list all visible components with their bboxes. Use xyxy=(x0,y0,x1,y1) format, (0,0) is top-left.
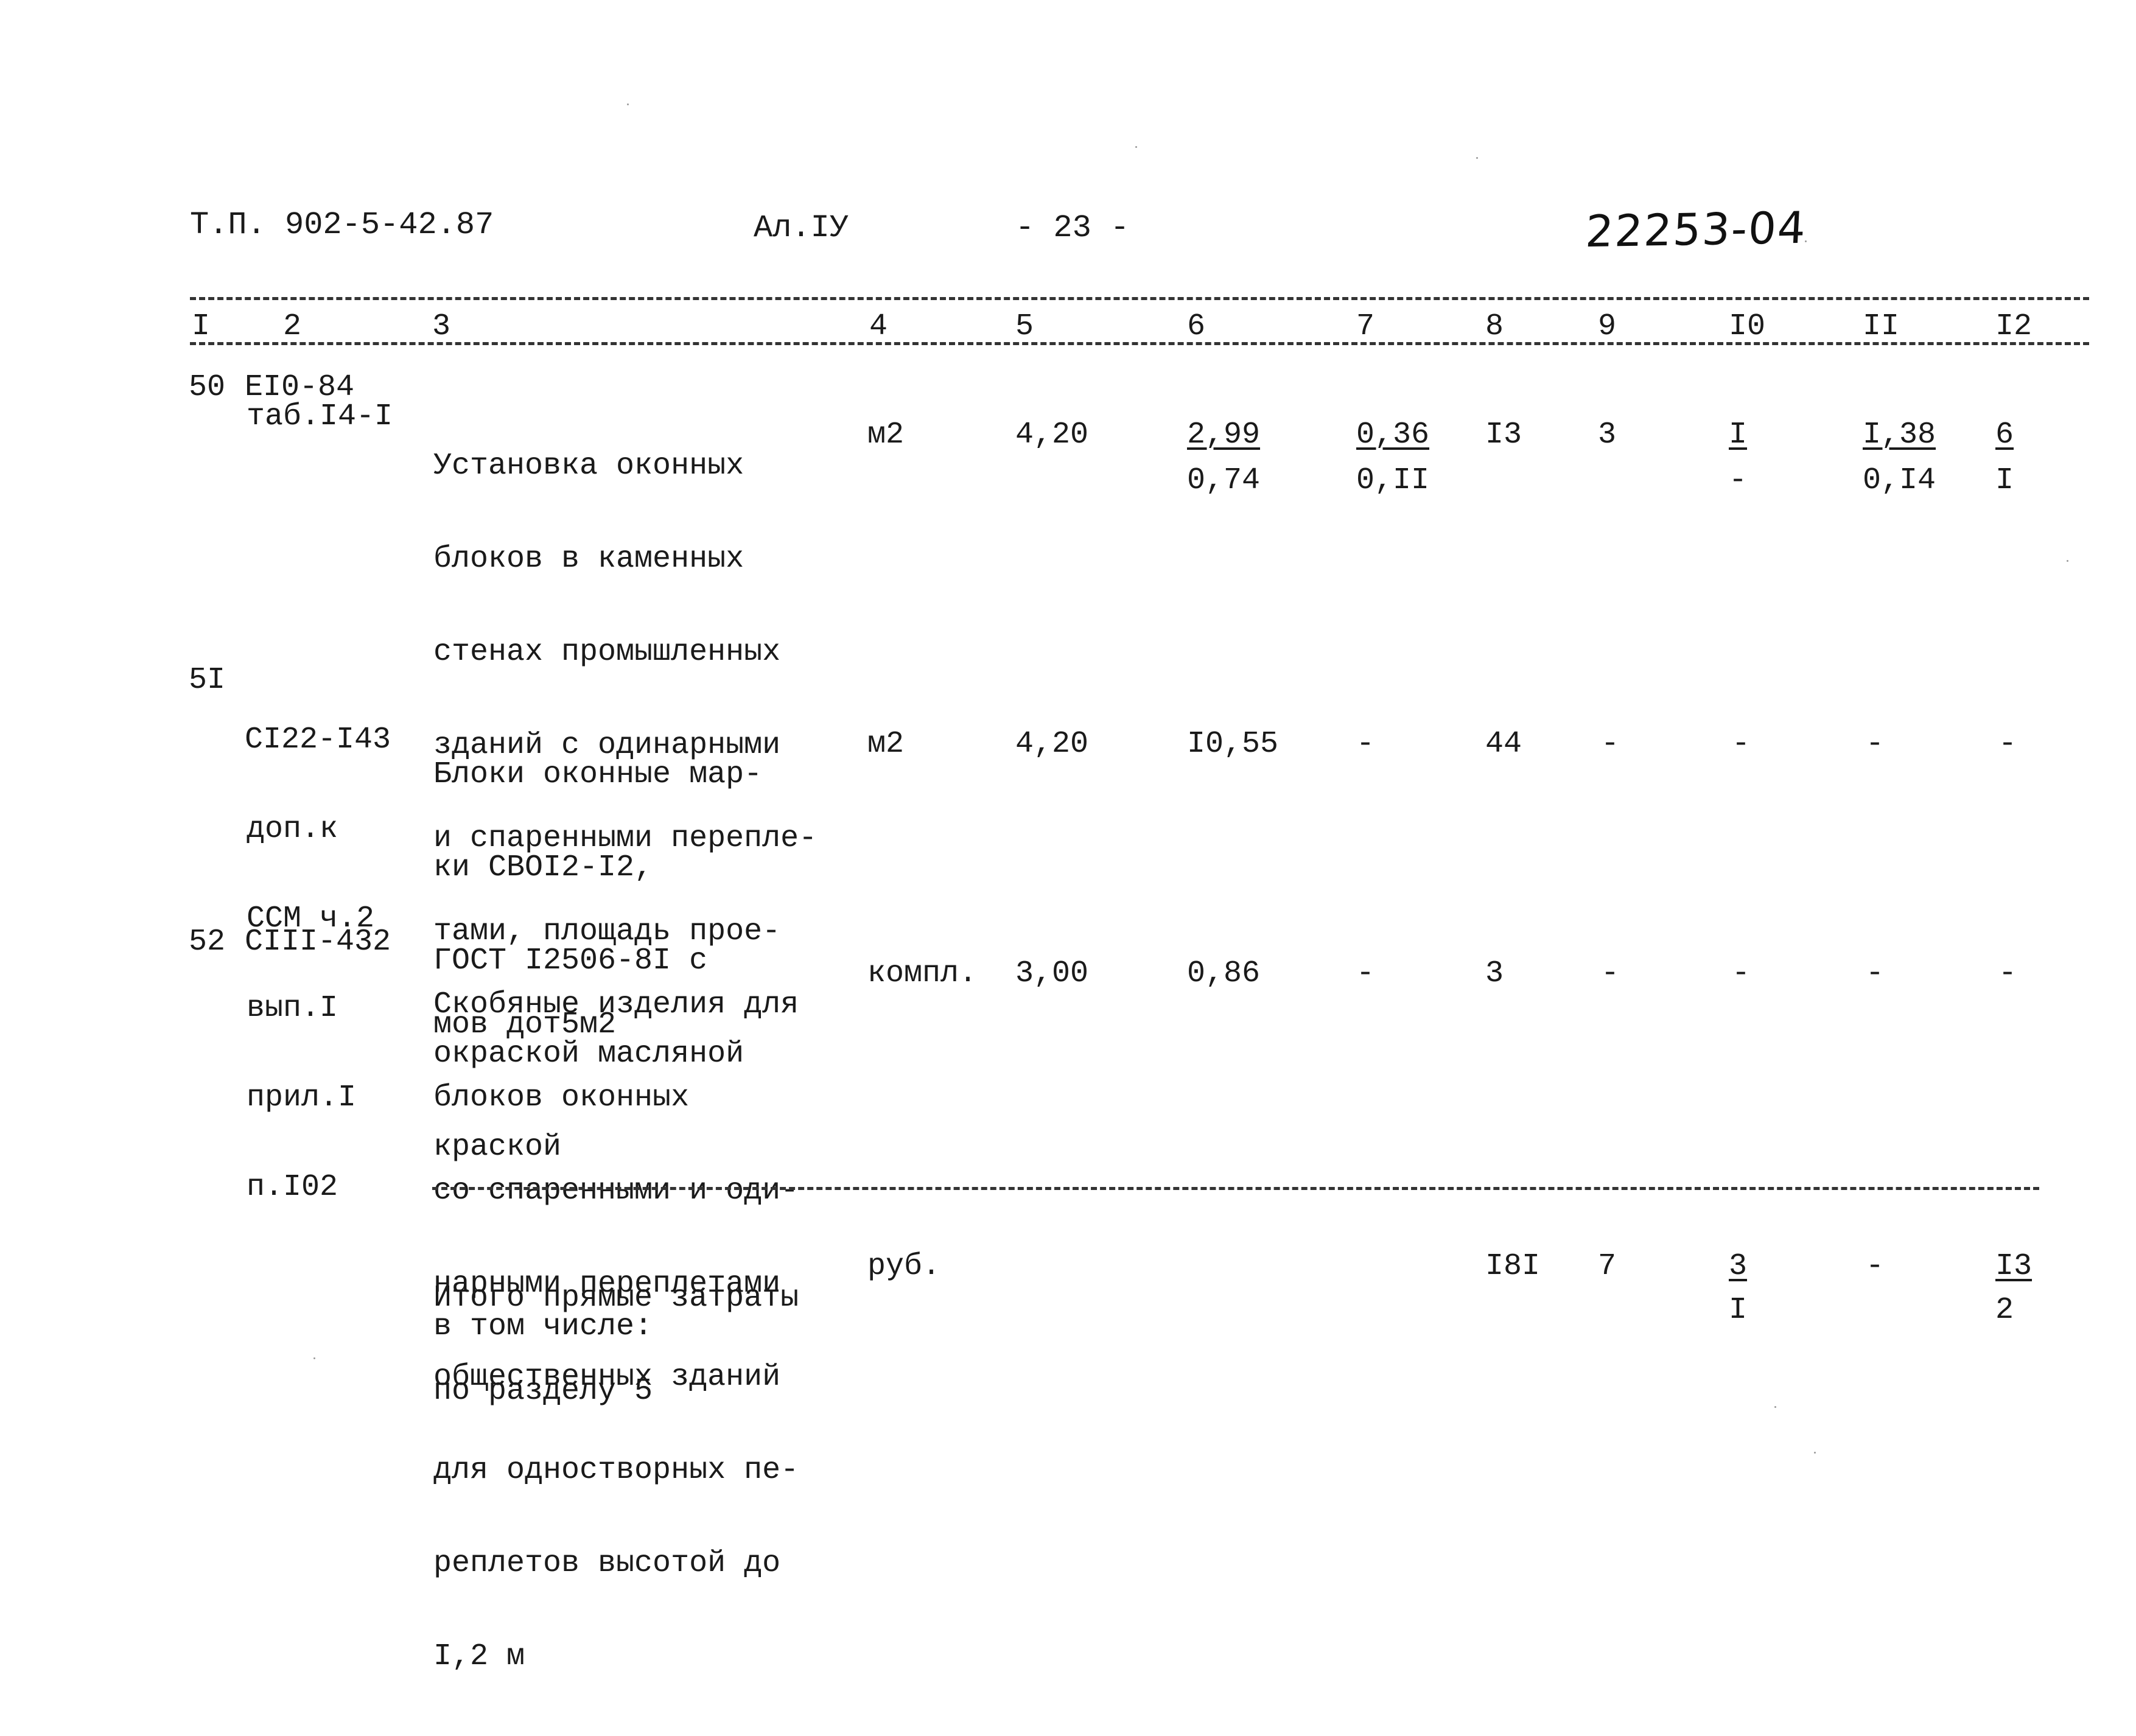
unit-cost-machines: - xyxy=(1356,956,1375,991)
unit: м2 xyxy=(867,727,905,761)
description-line: Блоки оконные мар- xyxy=(433,757,763,792)
wages: 3 xyxy=(1598,418,1617,452)
description-line: блоков в каменных xyxy=(433,542,744,576)
quantity: 4,20 xyxy=(1015,727,1089,761)
quantity: 3,00 xyxy=(1015,956,1089,991)
scan-speck xyxy=(1805,240,1807,242)
scan-speck xyxy=(2067,560,2068,562)
project-code: Т.П. 902-5-42.87 xyxy=(190,207,494,243)
column-number-10: I0 xyxy=(1729,309,1766,344)
column-number-3: 3 xyxy=(432,309,451,344)
description-line: I,2 м xyxy=(433,1639,525,1674)
labor-unit: - xyxy=(1866,956,1885,991)
header-divider-top xyxy=(190,297,2089,300)
wages: - xyxy=(1601,956,1620,991)
code-line: CI22-I43 xyxy=(245,723,391,757)
column-number-4: 4 xyxy=(869,309,888,344)
scan-speck xyxy=(313,1357,315,1359)
column-number-6: 6 xyxy=(1187,309,1206,344)
column-number-12: I2 xyxy=(1995,309,2033,344)
machine-wages: I xyxy=(1729,1293,1748,1328)
rate-code: CI22-I43 доп.к ССМ ч.2 вып.I прил.I п.I0… xyxy=(245,665,391,1262)
row-number: 5I xyxy=(189,663,226,698)
scan-speck xyxy=(1774,1406,1776,1408)
description-line: ки СВОI2-I2, xyxy=(433,850,653,885)
unit-cost-machines: - xyxy=(1356,727,1375,761)
code-line: доп.к xyxy=(247,812,338,847)
machine-wages: - xyxy=(1729,463,1748,498)
column-number-11: II xyxy=(1863,309,1900,344)
scan-speck xyxy=(1135,146,1137,148)
section-divider xyxy=(432,1187,2039,1190)
row-number: 52 xyxy=(189,925,226,959)
labor-total-machinists: I xyxy=(1995,463,2014,498)
description-line: Скобяные изделия для xyxy=(433,987,799,1022)
column-number-8: 8 xyxy=(1485,309,1504,344)
labor-total: - xyxy=(1998,956,2017,991)
description-line: реплетов высотой до xyxy=(433,1546,781,1581)
labor-total: I3 xyxy=(1995,1249,2033,1284)
labor-unit: - xyxy=(1866,1249,1885,1284)
total-cost: 44 xyxy=(1485,727,1522,761)
labor-total-machinists: 2 xyxy=(1995,1293,2014,1328)
machine-cost: 3 xyxy=(1729,1249,1748,1284)
column-number-2: 2 xyxy=(283,309,302,344)
wages: 7 xyxy=(1598,1249,1617,1284)
code-line: прил.I xyxy=(247,1080,357,1115)
document-number: 22253-04 xyxy=(1584,201,1809,257)
rate-code: таб.I4-I xyxy=(247,399,393,434)
unit-cost-machines: 0,36 xyxy=(1356,418,1430,452)
column-number-5: 5 xyxy=(1015,309,1034,344)
scan-speck xyxy=(1476,157,1478,159)
column-number-9: 9 xyxy=(1598,309,1617,344)
unit: м2 xyxy=(867,418,905,452)
totals-label: Итого прямые затраты по разделу 5 xyxy=(433,1220,799,1469)
total-cost: I8I xyxy=(1485,1249,1541,1284)
wages: - xyxy=(1601,727,1620,761)
total-cost: I3 xyxy=(1485,418,1522,452)
column-number-7: 7 xyxy=(1356,309,1375,344)
row-number: 50 xyxy=(189,370,226,405)
description-line: Установка оконных xyxy=(433,449,744,483)
column-number-1: I xyxy=(192,309,211,344)
unit-cost-total: I0,55 xyxy=(1187,727,1279,761)
quantity: 4,20 xyxy=(1015,418,1089,452)
unit: компл. xyxy=(867,956,978,991)
unit-cost-total: 0,86 xyxy=(1187,956,1261,991)
machine-cost: - xyxy=(1732,956,1751,991)
labor-total: - xyxy=(1998,727,2017,761)
page-number: - 23 - xyxy=(1015,210,1130,246)
scan-speck xyxy=(627,103,629,105)
unit-cost-wages: 0,74 xyxy=(1187,463,1261,498)
machine-cost: I xyxy=(1729,418,1748,452)
labor-unit: - xyxy=(1866,727,1885,761)
labor-unit-machinists: 0,I4 xyxy=(1863,463,1936,498)
machine-cost: - xyxy=(1732,727,1751,761)
album-label: Ал.IУ xyxy=(754,210,849,246)
rate-code: CIII-432 xyxy=(245,925,391,959)
totals-label-line: по разделу 5 xyxy=(433,1374,653,1409)
total-cost: 3 xyxy=(1485,956,1504,991)
description-line: стенах промышленных xyxy=(433,635,781,670)
unit: руб. xyxy=(867,1249,941,1284)
description-line: со спаренными и оди- xyxy=(433,1174,799,1208)
code-line: вып.I xyxy=(247,991,338,1026)
labor-total: 6 xyxy=(1995,418,2014,452)
code-line: п.I02 xyxy=(247,1170,338,1205)
scan-speck xyxy=(1814,1452,1816,1454)
rate-code: EI0-84 xyxy=(245,370,355,405)
unit-cost-machine-wages: 0,II xyxy=(1356,463,1430,498)
unit-cost-total: 2,99 xyxy=(1187,418,1261,452)
labor-unit: I,38 xyxy=(1863,418,1936,452)
header-divider-bottom xyxy=(190,342,2089,345)
description-line: блоков оконных xyxy=(433,1080,690,1115)
including-label: в том числе: xyxy=(433,1309,653,1344)
